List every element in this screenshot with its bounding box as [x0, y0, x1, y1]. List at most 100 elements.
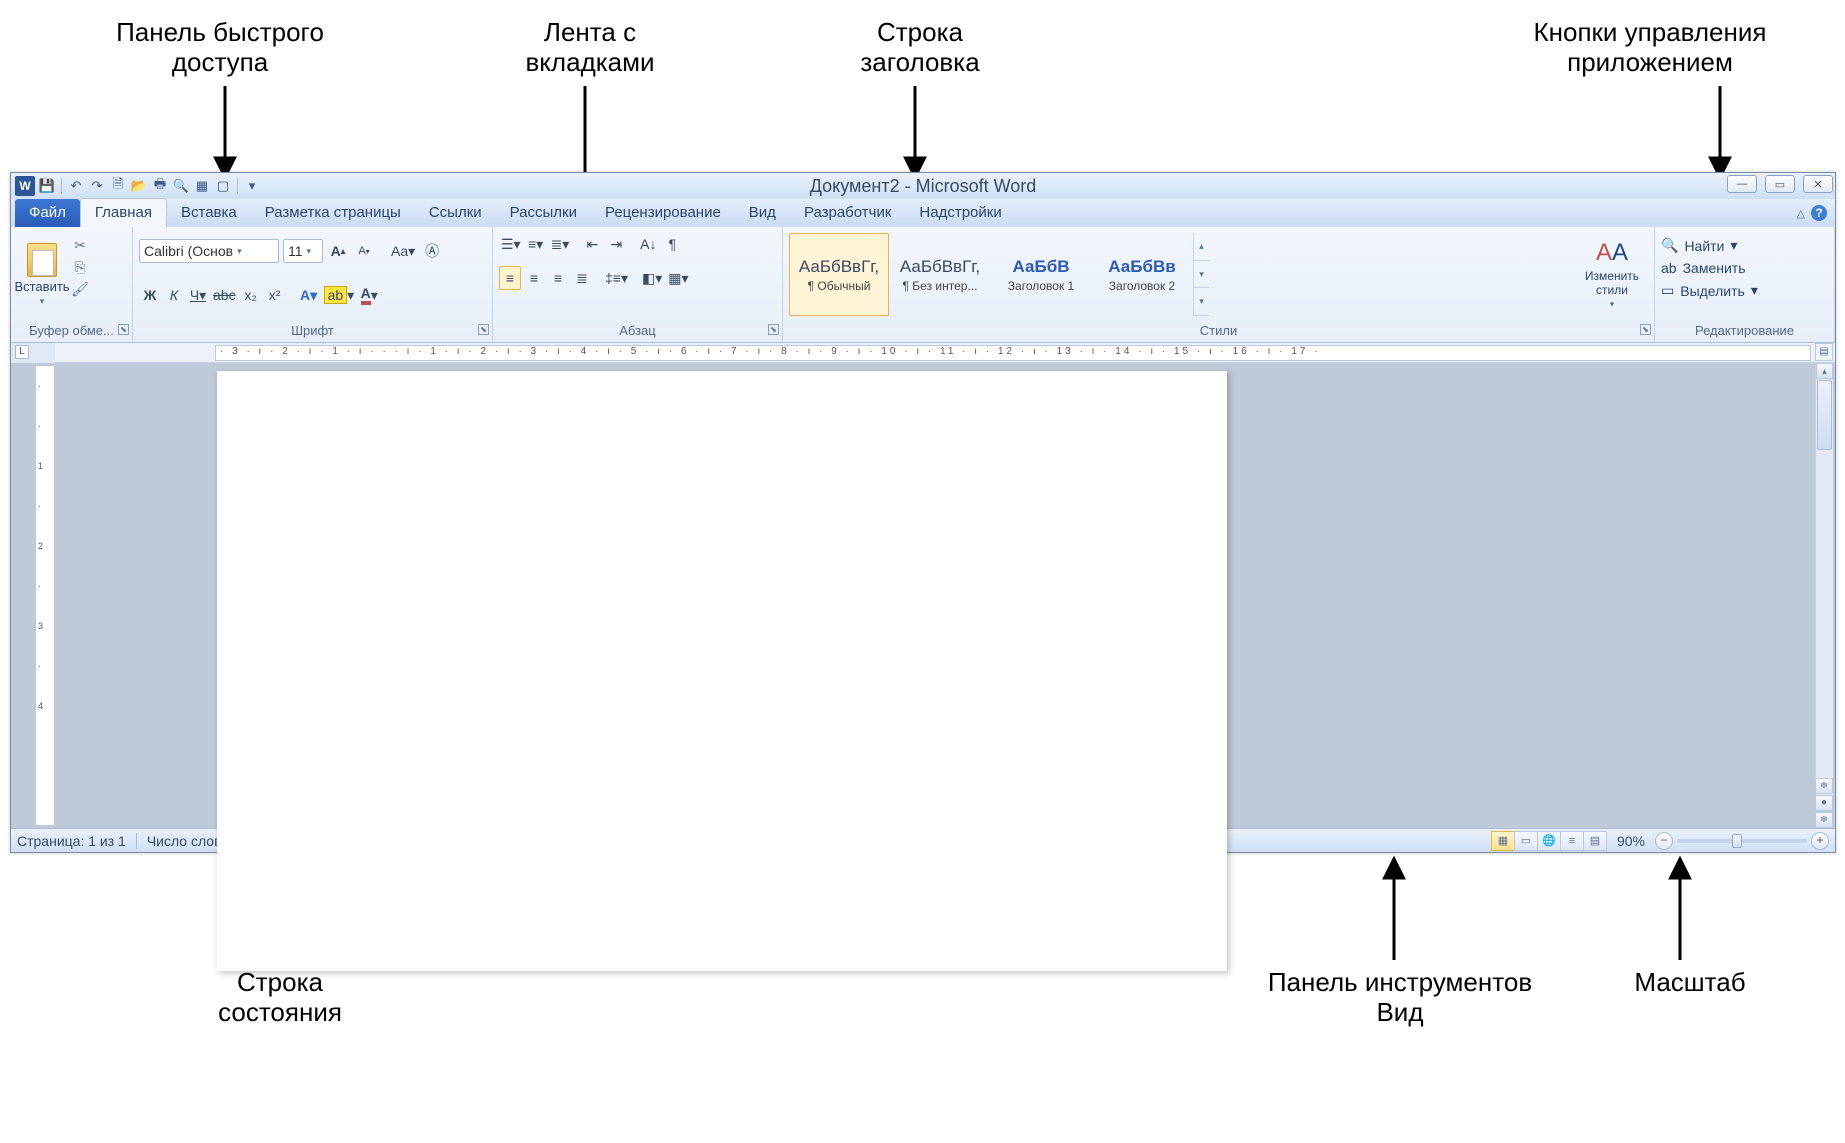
zoom-in-button[interactable]: + [1811, 832, 1829, 850]
italic-button[interactable]: К [163, 283, 185, 307]
zoom-out-button[interactable]: − [1655, 832, 1673, 850]
borders-icon[interactable]: ▦▾ [666, 266, 690, 290]
copy-icon[interactable]: ⎘ [71, 259, 89, 275]
strike-button[interactable]: abc [211, 283, 238, 307]
shrink-font-icon[interactable]: A▾ [353, 239, 375, 263]
qat-preview-icon[interactable]: 🔍 [172, 177, 190, 195]
app-icon[interactable]: W [15, 176, 35, 196]
qat-open-icon[interactable]: 📂 [130, 177, 148, 195]
align-right-icon[interactable]: ≡ [547, 266, 569, 290]
zoom-percent[interactable]: 90% [1617, 833, 1645, 849]
maximize-button[interactable]: ▭ [1765, 175, 1795, 193]
style-heading1[interactable]: АаБбВ Заголовок 1 [991, 233, 1091, 316]
ruler-horizontal[interactable]: · 3 · ı · 2 · ı · 1 · ı · · · ı · 1 · ı … [55, 343, 1835, 363]
group-font-label: Шрифт⬊ [133, 322, 492, 342]
tab-developer[interactable]: Разработчик [790, 199, 905, 227]
group-editing: 🔍Найти ▾ abЗаменить ▭Выделить ▾ Редактир… [1655, 227, 1835, 342]
align-left-icon[interactable]: ≡ [499, 266, 521, 290]
justify-icon[interactable]: ≣ [571, 266, 593, 290]
minimize-button[interactable]: — [1727, 175, 1757, 193]
font-launcher[interactable]: ⬊ [478, 324, 489, 335]
tab-page-layout[interactable]: Разметка страницы [251, 199, 415, 227]
help-icon[interactable]: ? [1811, 205, 1827, 221]
indent-icon[interactable]: ⇥ [605, 232, 627, 256]
show-marks-icon[interactable]: ¶ [661, 232, 683, 256]
align-center-icon[interactable]: ≡ [523, 266, 545, 290]
underline-button[interactable]: Ч▾ [187, 283, 209, 307]
qat-undo-icon[interactable]: ↶ [67, 177, 85, 195]
view-print-layout[interactable]: ▦ [1491, 831, 1515, 851]
font-name-combo[interactable]: Calibri (Основ▾ [139, 239, 279, 263]
minimize-ribbon-icon[interactable]: △ [1797, 207, 1805, 220]
font-color-icon[interactable]: A▾ [358, 283, 380, 307]
style-normal[interactable]: АаБбВвГг, ¶ Обычный [789, 233, 889, 316]
zoom-thumb[interactable] [1732, 834, 1742, 848]
tab-review[interactable]: Рецензирование [591, 199, 735, 227]
ruler-toggle-button[interactable]: ▤ [1815, 343, 1833, 361]
para-launcher[interactable]: ⬊ [768, 324, 779, 335]
shading-icon[interactable]: ◧▾ [640, 266, 664, 290]
cut-icon[interactable]: ✂ [71, 237, 89, 253]
select-button[interactable]: ▭Выделить ▾ [1661, 282, 1758, 299]
qat-redo-icon[interactable]: ↷ [88, 177, 106, 195]
change-case-icon[interactable]: Aa▾ [389, 239, 417, 263]
multilevel-icon[interactable]: ≣▾ [549, 232, 572, 256]
browse-next-icon[interactable]: ≑ [1815, 812, 1833, 828]
sort-icon[interactable]: A↓ [637, 232, 659, 256]
tab-insert[interactable]: Вставка [167, 199, 251, 227]
font-size-combo[interactable]: 11▾ [283, 239, 323, 263]
document-page[interactable] [217, 371, 1227, 971]
qat-print-icon[interactable]: 🖶 [151, 177, 169, 195]
zoom-track[interactable] [1677, 839, 1807, 843]
superscript-button[interactable]: x² [264, 283, 286, 307]
text-effects-icon[interactable]: A▾ [298, 283, 320, 307]
tab-file[interactable]: Файл [15, 199, 80, 227]
bold-button[interactable]: Ж [139, 283, 161, 307]
callout-titlebar: Строка заголовка [810, 18, 1030, 78]
browse-select-icon[interactable]: ● [1815, 795, 1833, 811]
styles-launcher[interactable]: ⬊ [1640, 324, 1651, 335]
clear-format-icon[interactable]: Ⓐ [421, 239, 443, 263]
tab-home[interactable]: Главная [80, 198, 167, 227]
style-heading2[interactable]: АаБбВв Заголовок 2 [1092, 233, 1192, 316]
close-button[interactable]: ✕ [1803, 175, 1833, 193]
format-painter-icon[interactable]: 🖌 [71, 281, 89, 297]
view-full-reading[interactable]: ▭ [1514, 831, 1538, 851]
qat-customize-dropdown[interactable]: ▾ [243, 177, 261, 195]
view-draft[interactable]: ▤ [1583, 831, 1607, 851]
qat-custom-icon[interactable]: ▦ [193, 177, 211, 195]
view-outline[interactable]: ≡ [1560, 831, 1584, 851]
tab-references[interactable]: Ссылки [415, 199, 496, 227]
styles-gallery: АаБбВвГг, ¶ Обычный АаБбВвГг, ¶ Без инте… [789, 231, 1572, 318]
qat-new-icon[interactable]: 🗎 [109, 177, 127, 195]
scroll-up-icon[interactable]: ▴ [1816, 363, 1833, 379]
scroll-thumb[interactable] [1817, 380, 1832, 450]
zoom-slider: − + [1655, 832, 1829, 850]
clipboard-launcher[interactable]: ⬊ [118, 324, 129, 335]
view-web[interactable]: 🌐 [1537, 831, 1561, 851]
replace-button[interactable]: abЗаменить [1661, 260, 1758, 276]
change-styles-button[interactable]: AA Изменить стили ▾ [1576, 231, 1648, 318]
tab-view[interactable]: Вид [735, 199, 790, 227]
ruler-vertical[interactable]: · · 1 · 2 · 3 · 4 [35, 365, 55, 826]
outdent-icon[interactable]: ⇤ [581, 232, 603, 256]
group-styles: АаБбВвГг, ¶ Обычный АаБбВвГг, ¶ Без инте… [783, 227, 1655, 342]
tab-mailings[interactable]: Рассылки [496, 199, 591, 227]
bullets-icon[interactable]: ☰▾ [499, 232, 523, 256]
subscript-button[interactable]: x₂ [240, 283, 262, 307]
find-button[interactable]: 🔍Найти ▾ [1661, 237, 1758, 254]
styles-scroll[interactable]: ▴▾▾ [1193, 233, 1209, 316]
tab-stop-selector[interactable]: L [15, 345, 29, 359]
status-page[interactable]: Страница: 1 из 1 [17, 833, 126, 849]
numbering-icon[interactable]: ≡▾ [525, 232, 547, 256]
style-no-spacing[interactable]: АаБбВвГг, ¶ Без интер... [890, 233, 990, 316]
line-spacing-icon[interactable]: ‡≡▾ [603, 266, 630, 290]
browse-prev-icon[interactable]: ≑ [1815, 778, 1833, 794]
grow-font-icon[interactable]: A▴ [327, 239, 349, 263]
tab-addins[interactable]: Надстройки [905, 199, 1015, 227]
qat-blank-icon[interactable]: ▢ [214, 177, 232, 195]
highlight-icon[interactable]: ab▾ [322, 283, 357, 307]
paste-button[interactable]: Вставить ▾ [17, 231, 67, 318]
vertical-scrollbar[interactable]: ▴ ▾ [1815, 363, 1833, 828]
qat-save-icon[interactable]: 💾 [38, 177, 56, 195]
